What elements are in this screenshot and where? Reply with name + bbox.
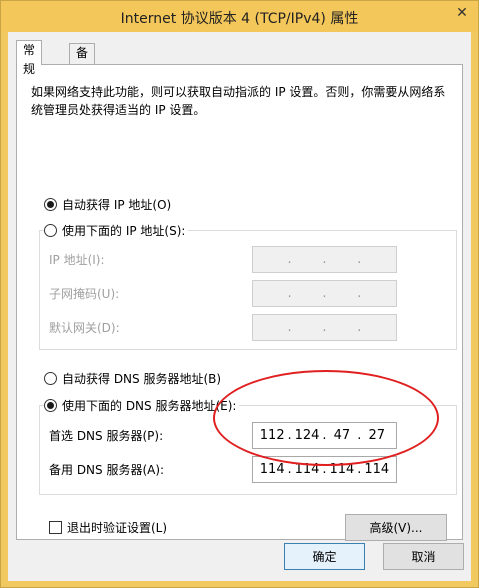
advanced-button[interactable]: 高级(V)...	[345, 514, 447, 541]
subnet-mask-field[interactable]: . . .	[252, 280, 397, 307]
ip-separator: .	[357, 252, 362, 267]
preferred-dns-field[interactable]: 112. 124. 47. 27	[252, 422, 397, 449]
ip-seg: 124	[294, 428, 320, 443]
radio-dns-manual[interactable]: 使用下面的 DNS 服务器地址(E):	[44, 396, 240, 414]
default-gateway-field[interactable]: . . .	[252, 314, 397, 341]
ip-separator: .	[357, 428, 362, 443]
tab-general[interactable]: 常规	[16, 40, 43, 76]
radio-dns-auto-indicator[interactable]	[44, 371, 57, 385]
ip-seg: 114	[364, 462, 390, 477]
ip-separator: .	[287, 320, 292, 335]
ip-separator: .	[357, 320, 362, 335]
title-bar[interactable]: Internet 协议版本 4 (TCP/IPv4) 属性 ✕	[1, 1, 478, 32]
ip-separator: .	[287, 462, 292, 477]
subnet-mask-label: 子网掩码(U):	[49, 287, 120, 301]
radio-dns-auto[interactable]: 自动获得 DNS 服务器地址(B)	[44, 369, 225, 387]
ip-seg: 47	[333, 428, 351, 443]
tab-alternate-config[interactable]: 备用配置	[69, 43, 96, 117]
cancel-button[interactable]: 取消	[383, 543, 464, 570]
dialog-window: Internet 协议版本 4 (TCP/IPv4) 属性 ✕ 常规 备用配置 …	[0, 0, 479, 588]
ip-separator: .	[287, 428, 292, 443]
radio-ip-manual-indicator[interactable]	[44, 223, 57, 237]
validate-settings[interactable]: 退出时验证设置(L)	[49, 518, 167, 536]
ip-separator: .	[322, 462, 327, 477]
radio-dns-manual-label: 使用下面的 DNS 服务器地址(E):	[62, 398, 237, 413]
window-title: Internet 协议版本 4 (TCP/IPv4) 属性	[120, 11, 359, 27]
ip-separator: .	[357, 286, 362, 301]
radio-ip-manual[interactable]: 使用下面的 IP 地址(S):	[44, 221, 189, 239]
ip-separator: .	[287, 286, 292, 301]
ok-button[interactable]: 确定	[284, 543, 365, 570]
radio-ip-manual-label: 使用下面的 IP 地址(S):	[62, 223, 186, 238]
ip-separator: .	[322, 286, 327, 301]
ip-seg: 114	[329, 462, 355, 477]
radio-ip-auto[interactable]: 自动获得 IP 地址(O)	[44, 195, 175, 213]
close-icon[interactable]: ✕	[451, 2, 473, 24]
ip-separator: .	[322, 428, 327, 443]
radio-ip-auto-indicator[interactable]	[44, 197, 57, 211]
radio-dns-auto-label: 自动获得 DNS 服务器地址(B)	[62, 371, 222, 386]
ip-separator: .	[322, 320, 327, 335]
alternate-dns-label: 备用 DNS 服务器(A):	[49, 463, 165, 477]
ip-separator: .	[287, 252, 292, 267]
ip-seg: 112	[259, 428, 285, 443]
radio-selected-dot	[47, 200, 54, 208]
ip-seg: 114	[294, 462, 320, 477]
validate-settings-label: 退出时验证设置(L)	[67, 520, 168, 535]
radio-dns-manual-indicator[interactable]	[44, 398, 57, 412]
dialog-client: 常规 备用配置 如果网络支持此功能，则可以获取自动指派的 IP 设置。否则，你需…	[8, 32, 471, 581]
tab-panel-general: 如果网络支持此功能，则可以获取自动指派的 IP 设置。否则，你需要从网络系统管理…	[16, 64, 463, 541]
alternate-dns-field[interactable]: 114. 114. 114. 114	[252, 456, 397, 483]
preferred-dns-label: 首选 DNS 服务器(P):	[49, 429, 164, 443]
ip-seg: 27	[368, 428, 385, 443]
ip-seg: 114	[259, 462, 285, 477]
ip-separator: .	[322, 252, 327, 267]
radio-selected-dot	[47, 401, 54, 409]
ip-separator: .	[357, 462, 362, 477]
ip-address-field[interactable]: . . .	[252, 246, 397, 273]
radio-ip-auto-label: 自动获得 IP 地址(O)	[62, 197, 172, 212]
description-text: 如果网络支持此功能，则可以获取自动指派的 IP 设置。否则，你需要从网络系统管理…	[31, 85, 446, 117]
ip-address-label: IP 地址(I):	[49, 253, 105, 267]
default-gateway-label: 默认网关(D):	[49, 321, 120, 335]
validate-settings-checkbox[interactable]	[49, 520, 62, 534]
